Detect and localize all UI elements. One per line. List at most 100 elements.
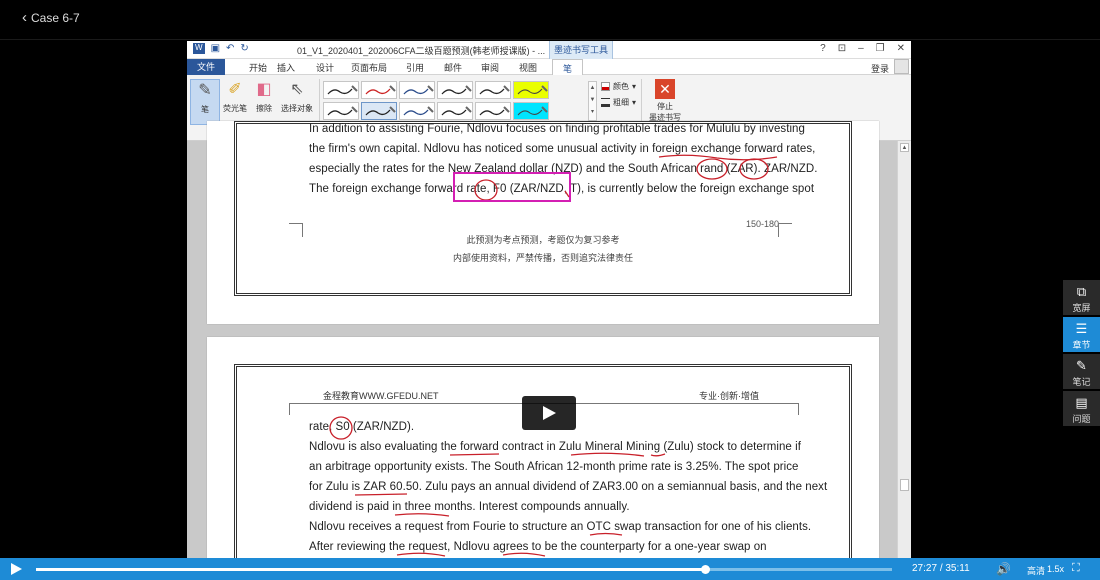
close-x-icon: ✕ [655,79,675,99]
quality-selector[interactable]: 高清 [1027,564,1045,577]
widescreen-button[interactable]: ⧉ 宽屏 [1063,280,1100,315]
notes-button[interactable]: ✎ 笔记 [1063,354,1100,389]
pen-tool-label: 笔 [201,105,209,114]
tab-file[interactable]: 文件 [187,59,225,75]
crop-mark [289,403,290,415]
page-header-right: 专业·创新·增值 [699,391,759,401]
widescreen-label: 宽屏 [1072,303,1091,313]
pen-swatch[interactable] [399,81,435,99]
pen-stroke-icon [403,85,434,95]
pen-swatch[interactable] [323,81,359,99]
weight-dropdown[interactable]: 粗细 ▾ [601,97,636,108]
pen-stroke-icon [327,106,358,116]
word-title-bar: W ▣ ↶ ↻ 01_V1_2020401_202006CFA二级百题预测(韩老… [187,41,911,59]
save-icon[interactable]: ▣ [211,43,220,54]
color-swatch-icon [601,82,610,91]
tab-home[interactable]: 开始 [249,61,267,74]
progress-knob[interactable] [700,565,710,574]
tab-pen[interactable]: 笔 [552,59,584,76]
chevron-down-icon: ▾ [632,98,637,107]
chapters-label: 章节 [1072,340,1091,350]
pen-swatch[interactable] [475,102,511,120]
tab-references[interactable]: 引用 [406,61,424,74]
select-objects-button[interactable]: ⇖ 选择对象 [278,79,316,114]
text-line: especially the rates for the New Zealand… [309,163,818,175]
login-link[interactable]: 登录 [871,62,889,75]
video-play-overlay-button[interactable] [522,396,576,430]
player-controls: 27:27 / 35:11 🔊 高清 1.5x ⛶ [0,558,1100,580]
pen-gallery [323,81,593,123]
text-line: dividend is paid in three months. Intere… [309,501,630,513]
tab-design[interactable]: 设计 [316,61,334,74]
fullscreen-icon[interactable]: ⛶ [1072,562,1080,575]
pen-stroke-icon [479,85,510,95]
text-line: an arbitrage opportunity exists. The Sou… [309,461,799,473]
weight-label: 粗细 [613,98,629,107]
pen-swatch[interactable] [361,102,397,120]
text-line: The foreign exchange forward rate, F0 (Z… [309,183,815,195]
pen-stroke-icon [403,106,434,116]
minimize-button[interactable]: – [858,43,864,54]
pen-swatch[interactable] [513,81,549,99]
volume-icon[interactable]: 🔊 [996,562,1011,576]
tab-layout[interactable]: 页面布局 [351,61,387,74]
pen-gallery-scroll[interactable]: ▲ ▼ ▾ [588,81,597,121]
tab-insert[interactable]: 插入 [277,61,295,74]
chapters-button[interactable]: ☰ 章节 [1063,317,1100,352]
questions-label: 问题 [1072,414,1091,424]
pen-swatch[interactable] [513,102,549,120]
restore-button[interactable]: ❐ [876,43,885,54]
page-range: 150-180 [745,219,779,229]
avatar[interactable] [894,59,909,74]
scroll-up-icon[interactable]: ▲ [900,143,909,152]
pen-tool-button[interactable]: ✎ 笔 [190,79,220,125]
questions-button[interactable]: ▤ 问题 [1063,391,1100,426]
document-area[interactable]: In addition to assisting Fourie, Ndlovu … [187,121,897,558]
line-weight-icon [601,98,610,107]
tab-mailings[interactable]: 邮件 [444,61,462,74]
select-pointer-icon: ⇖ [290,81,304,98]
scrollbar-thumb[interactable] [900,479,909,491]
footer-line-2: 内部使用资料，严禁传播，否则追究法律责任 [452,253,633,263]
window-controls: ? ⊡ – ❐ ✕ [820,43,905,54]
ribbon-display-button[interactable]: ⊡ [838,43,846,54]
tab-review[interactable]: 审阅 [481,61,499,74]
text-line: After reviewing the request, Ndlovu agre… [309,541,767,553]
document-page-1: In addition to assisting Fourie, Ndlovu … [207,121,879,324]
eraser-tool-button[interactable]: ◧ 擦除 [249,79,279,114]
chevron-down-icon: ▾ [632,82,637,91]
select-objects-label: 选择对象 [281,104,313,113]
document-scrollbar[interactable]: ▲ [897,141,911,558]
speed-selector[interactable]: 1.5x [1047,564,1064,574]
tab-view[interactable]: 视图 [519,61,537,74]
stop-inking-button[interactable]: ✕ 停止 墨迹书写 [645,79,685,123]
highlighter-tool-button[interactable]: ✐ 荧光笔 [220,79,250,114]
video-frame[interactable]: W ▣ ↶ ↻ 01_V1_2020401_202006CFA二级百题预测(韩老… [187,41,911,558]
pen-swatch[interactable] [323,102,359,120]
play-button[interactable] [11,563,22,575]
chevron-left-icon: ‹ [22,9,27,26]
eraser-tool-label: 擦除 [256,104,272,113]
context-tab-ink-tools: 墨迹书写工具 [549,41,614,59]
ribbon-tabs: 文件 开始 插入 设计 页面布局 引用 邮件 审阅 视图 笔 登录 [187,59,911,76]
redo-icon[interactable]: ↻ [240,43,248,54]
undo-icon[interactable]: ↶ [226,43,234,54]
back-button[interactable]: ‹ Case 6-7 [22,9,80,26]
time-separator: / [939,563,943,574]
pen-swatch[interactable] [361,81,397,99]
highlighter-icon: ✐ [228,81,242,98]
progress-fill [36,568,705,571]
help-button[interactable]: ? [820,43,826,54]
pen-swatch[interactable] [437,102,473,120]
pen-swatch[interactable] [437,81,473,99]
pen-swatch[interactable] [475,81,511,99]
pen-stroke-icon [441,106,472,116]
widescreen-icon: ⧉ [1076,284,1087,299]
pen-swatch[interactable] [399,102,435,120]
close-button[interactable]: ✕ [897,43,905,54]
progress-bar[interactable] [36,565,892,574]
color-dropdown[interactable]: 颜色 ▾ [601,81,636,92]
pen-stroke-icon [517,106,548,116]
lesson-title: Case 6-7 [31,11,80,25]
eraser-icon: ◧ [256,81,272,98]
